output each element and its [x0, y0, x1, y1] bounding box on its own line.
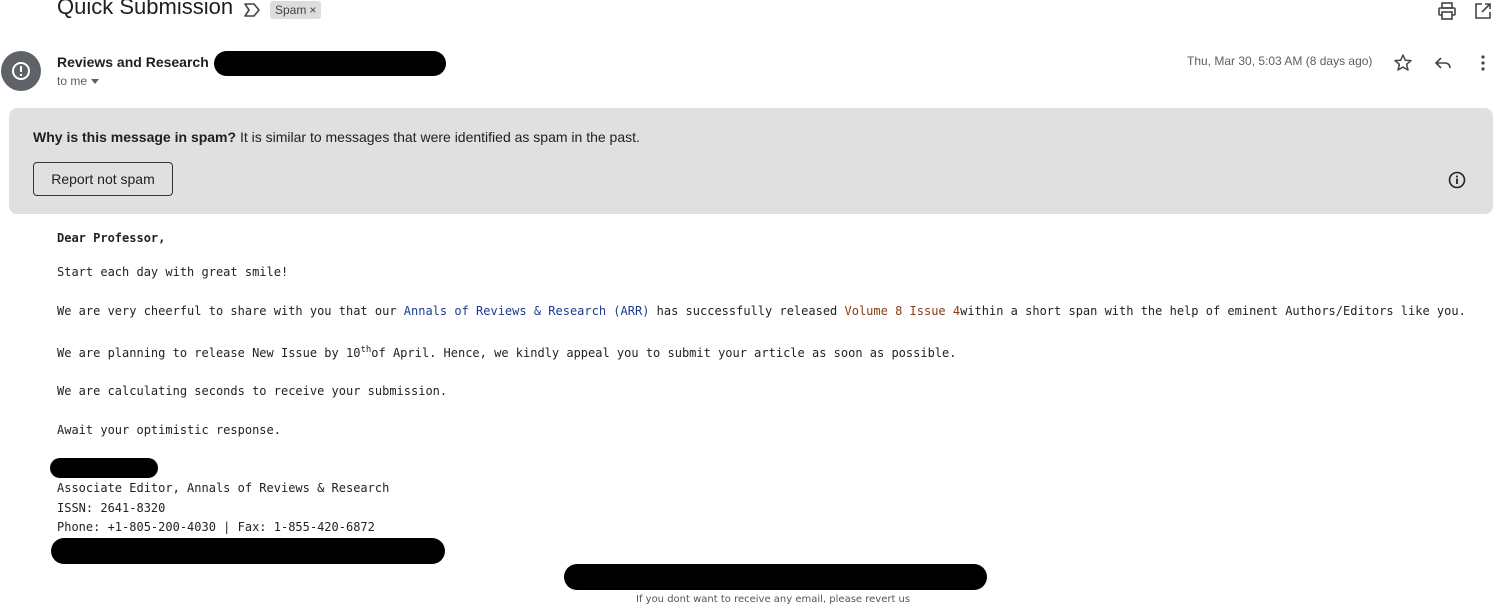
remove-label-button[interactable]: × [309, 3, 316, 17]
print-icon[interactable] [1437, 1, 1457, 21]
spam-warning-banner [9, 108, 1493, 214]
issue-link[interactable]: Volume 8 Issue 4 [845, 304, 961, 318]
open-in-new-window-icon[interactable] [1473, 1, 1493, 21]
message-date: Thu, Mar 30, 5:03 AM (8 days ago) [1187, 54, 1373, 68]
ordinal-suffix: th [360, 345, 372, 355]
chevron-down-icon [91, 79, 100, 85]
spam-alert-icon [12, 62, 30, 80]
text-segment: within a short span with the help of emi… [960, 304, 1466, 318]
star-icon[interactable] [1393, 53, 1413, 73]
redacted-signature-link [51, 538, 445, 564]
info-icon[interactable] [1447, 170, 1467, 190]
spam-warning-text: Why is this message in spam? It is simil… [33, 129, 640, 145]
signature-issn: ISSN: 2641-8320 [57, 501, 166, 515]
text-segment: We are very cheerful to share with you t… [57, 304, 404, 318]
report-not-spam-button[interactable]: Report not spam [33, 162, 173, 196]
email-subject: Quick Submission [57, 0, 234, 19]
greeting: Dear Professor, [57, 231, 166, 245]
body-paragraph-release: We are very cheerful to share with you t… [57, 304, 1466, 318]
body-line: Await your optimistic response. [57, 423, 281, 437]
text-segment: We are planning to release New Issue by … [57, 346, 361, 360]
spam-warning-explanation: It is similar to messages that were iden… [236, 129, 640, 145]
more-vertical-icon[interactable] [1473, 53, 1493, 73]
spam-label-chip: Spam × [270, 1, 322, 19]
journal-link[interactable]: Annals of Reviews & Research (ARR) [404, 304, 650, 318]
spam-label-text: Spam [275, 3, 307, 17]
sender-name[interactable]: Reviews and Research [57, 54, 209, 70]
text-segment: has successfully released [649, 304, 845, 318]
body-line: We are calculating seconds to receive yo… [57, 384, 448, 398]
label-outline-icon[interactable] [244, 3, 260, 17]
reply-icon[interactable] [1433, 53, 1453, 73]
signature-title: Associate Editor, Annals of Reviews & Re… [57, 481, 390, 495]
body-line: Start each day with great smile! [57, 265, 289, 279]
recipient-details-toggle[interactable]: to me [57, 74, 100, 88]
body-paragraph-deadline: We are planning to release New Issue by … [57, 345, 956, 360]
signature-contact: Phone: +1-805-200-4030 | Fax: 1-855-420-… [57, 520, 375, 534]
unsubscribe-note: If you dont want to receive any email, p… [636, 594, 911, 605]
redacted-footer-address [564, 564, 987, 590]
spam-warning-question: Why is this message in spam? [33, 129, 237, 145]
redacted-signer-name [50, 458, 158, 478]
sender-avatar [1, 51, 41, 91]
redacted-sender-email [214, 51, 446, 76]
text-segment: of April. Hence, we kindly appeal you to… [371, 346, 957, 360]
recipient-label: to me [57, 74, 88, 88]
